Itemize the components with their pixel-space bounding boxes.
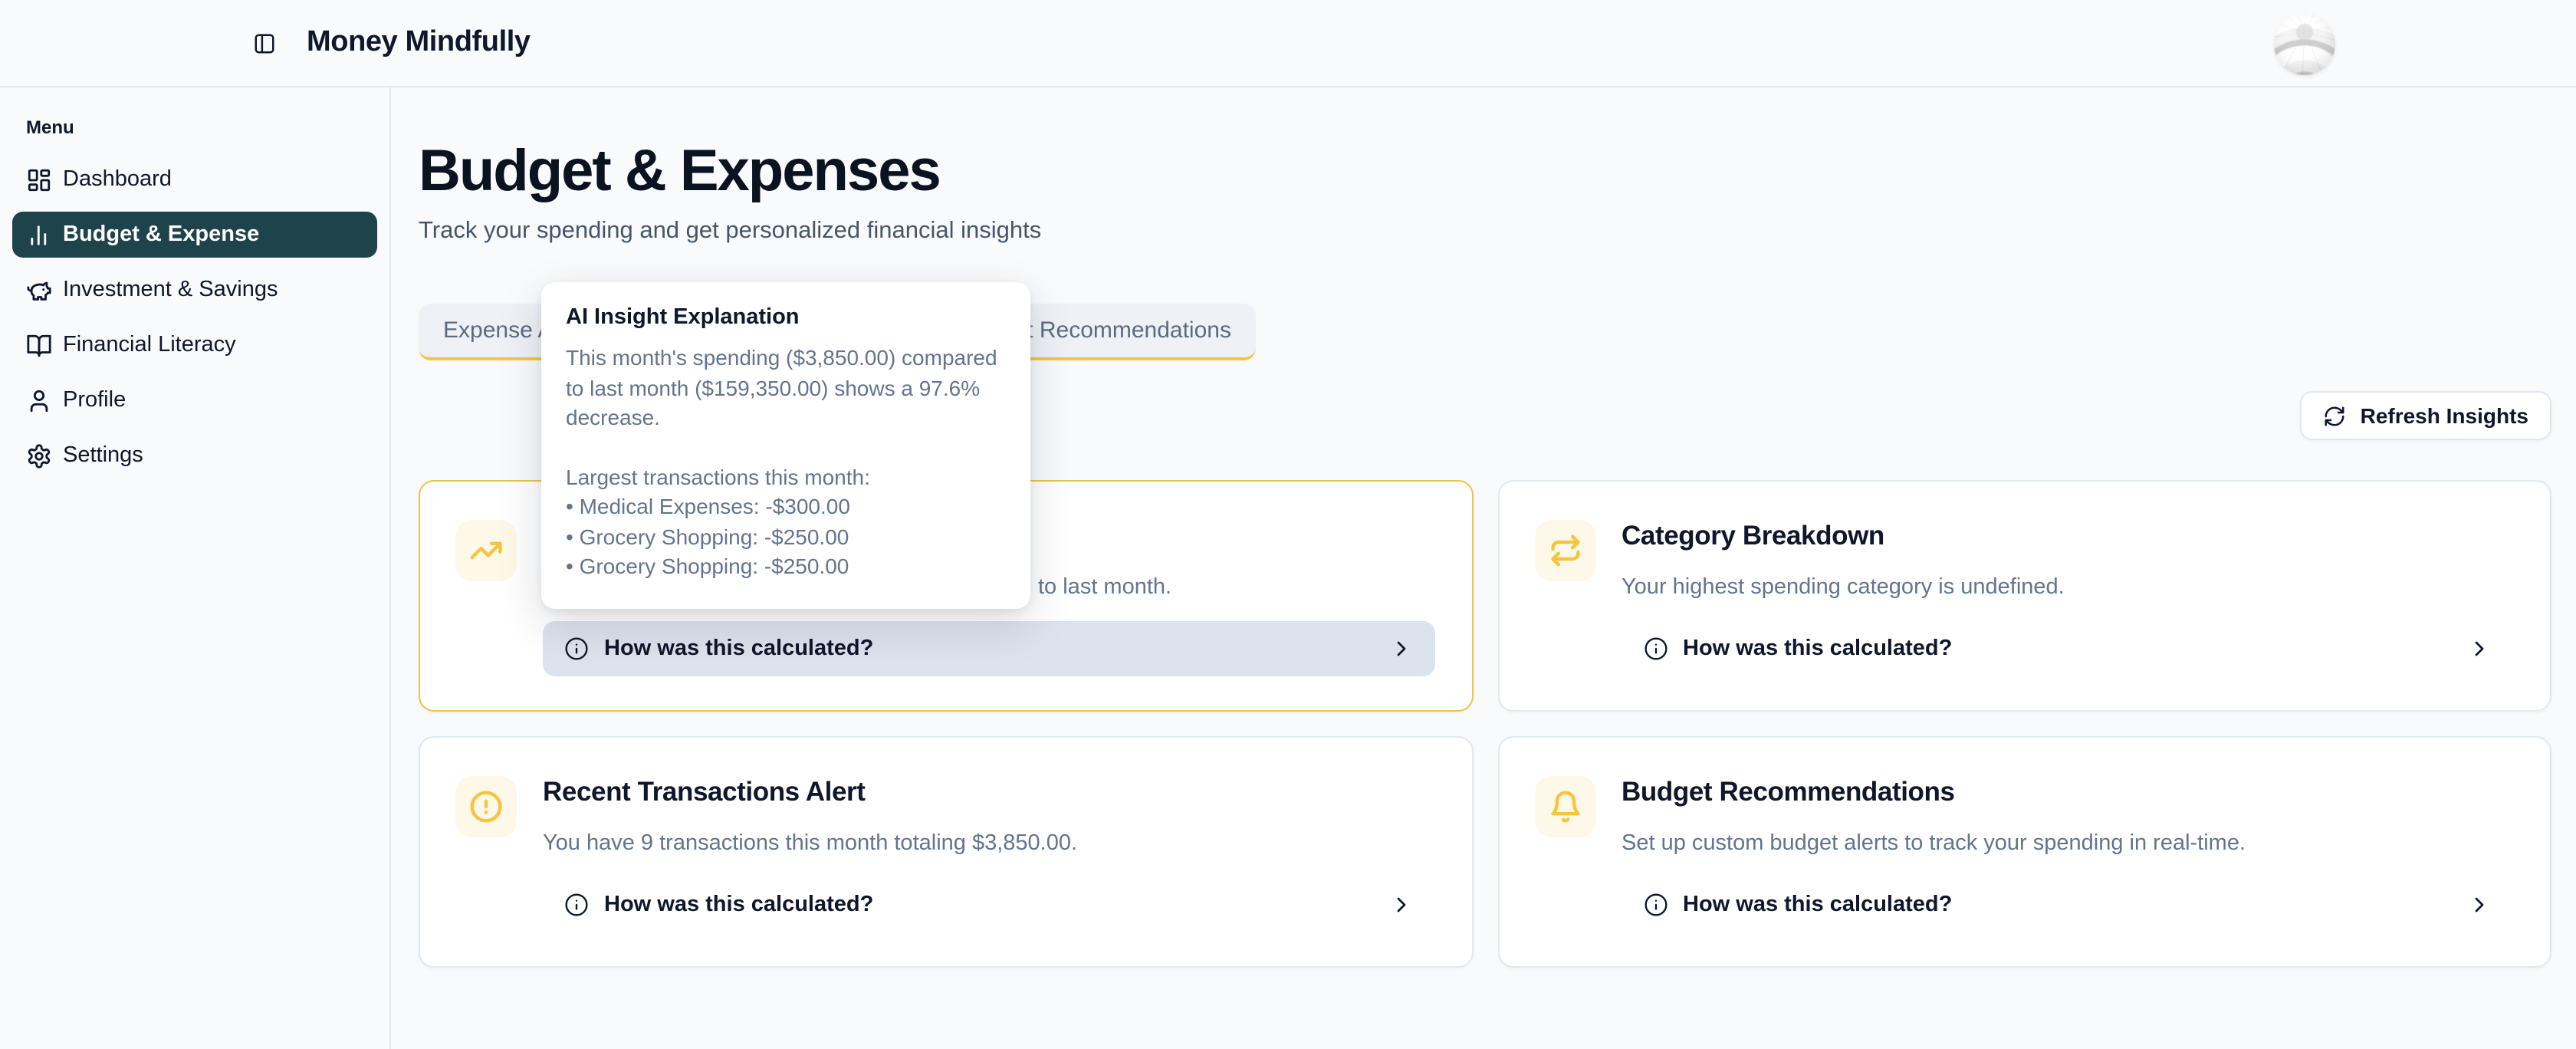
tooltip-paragraph: Largest transactions this month: • Medic… bbox=[566, 462, 1006, 582]
app-root: Money Mindfully Menu Dashboard bbox=[0, 0, 2576, 1049]
card-title: Recent Transactions Alert bbox=[543, 774, 1434, 808]
card-title: Budget Recommendations bbox=[1622, 774, 2513, 808]
dashboard-icon bbox=[26, 166, 52, 192]
tooltip-title: AI Insight Explanation bbox=[566, 305, 1006, 330]
insight-card-recent-transactions: Recent Transactions Alert You have 9 tra… bbox=[419, 736, 1473, 968]
chevron-right-icon bbox=[2467, 636, 2492, 661]
alert-circle-icon bbox=[455, 776, 517, 837]
card-description: to last month. bbox=[1038, 572, 1434, 603]
card-description: Set up custom budget alerts to track you… bbox=[1622, 828, 2513, 859]
app-title: Money Mindfully bbox=[307, 26, 531, 60]
how-calculated-label: How was this calculated? bbox=[604, 893, 873, 917]
sidebar-item-label: Profile bbox=[63, 388, 126, 413]
repeat-icon bbox=[1534, 520, 1595, 581]
tooltip-paragraph: This month's spending ($3,850.00) compar… bbox=[566, 344, 1006, 433]
refresh-icon bbox=[2324, 404, 2347, 427]
sidebar-item-label: Financial Literacy bbox=[63, 333, 236, 357]
insight-card-category-breakdown: Category Breakdown Your highest spending… bbox=[1497, 480, 2551, 712]
page-subtitle: Track your spending and get personalized… bbox=[419, 215, 2551, 248]
panel-left-icon bbox=[252, 31, 275, 54]
info-icon bbox=[1643, 893, 1668, 917]
sidebar-toggle-button[interactable] bbox=[247, 26, 281, 60]
sidebar-item-investment-savings[interactable]: Investment & Savings bbox=[12, 267, 377, 313]
card-description: You have 9 transactions this month total… bbox=[543, 828, 1434, 859]
how-calculated-button[interactable]: How was this calculated? bbox=[1622, 621, 2513, 676]
how-calculated-button[interactable]: How was this calculated? bbox=[543, 877, 1434, 932]
page-title: Budget & Expenses bbox=[419, 138, 2551, 206]
sidebar-item-financial-literacy[interactable]: Financial Literacy bbox=[12, 322, 377, 368]
sidebar: Menu Dashboard Budget & Expense bbox=[0, 87, 391, 1049]
gear-icon bbox=[26, 442, 52, 469]
piggy-bank-icon bbox=[26, 277, 52, 303]
how-calculated-button[interactable]: How was this calculated? bbox=[1622, 877, 2513, 932]
info-icon bbox=[564, 636, 589, 661]
info-icon bbox=[1643, 636, 1668, 661]
card-title: Category Breakdown bbox=[1622, 518, 2513, 552]
refresh-insights-label: Refresh Insights bbox=[2361, 403, 2528, 428]
sidebar-item-label: Investment & Savings bbox=[63, 278, 278, 302]
how-calculated-label: How was this calculated? bbox=[1683, 893, 1952, 917]
how-calculated-label: How was this calculated? bbox=[604, 636, 873, 661]
info-icon bbox=[564, 893, 589, 917]
bar-chart-icon bbox=[26, 222, 52, 248]
card-description: Your highest spending category is undefi… bbox=[1622, 572, 2513, 603]
bell-icon bbox=[1534, 776, 1595, 837]
app-header: Money Mindfully bbox=[0, 0, 2576, 87]
insight-card-budget-recommendations: Budget Recommendations Set up custom bud… bbox=[1497, 736, 2551, 968]
sidebar-item-label: Dashboard bbox=[63, 167, 172, 192]
chevron-right-icon bbox=[1388, 636, 1413, 661]
user-avatar[interactable] bbox=[2274, 14, 2335, 75]
sidebar-item-label: Settings bbox=[63, 443, 143, 468]
refresh-insights-button[interactable]: Refresh Insights bbox=[2301, 391, 2551, 440]
ai-insight-tooltip: AI Insight Explanation This month's spen… bbox=[541, 282, 1030, 608]
how-calculated-label: How was this calculated? bbox=[1683, 636, 1952, 661]
sidebar-item-profile[interactable]: Profile bbox=[12, 377, 377, 423]
sidebar-section-label: Menu bbox=[26, 117, 377, 138]
user-icon bbox=[26, 387, 52, 413]
trending-up-icon bbox=[455, 520, 517, 581]
sidebar-item-settings[interactable]: Settings bbox=[12, 432, 377, 478]
sidebar-nav: Dashboard Budget & Expense Investme bbox=[12, 156, 377, 478]
sidebar-item-label: Budget & Expense bbox=[63, 222, 259, 247]
sidebar-item-dashboard[interactable]: Dashboard bbox=[12, 156, 377, 202]
how-calculated-button[interactable]: How was this calculated? bbox=[543, 621, 1434, 676]
chevron-right-icon bbox=[1388, 893, 1413, 917]
book-open-icon bbox=[26, 332, 52, 358]
chevron-right-icon bbox=[2467, 893, 2492, 917]
sidebar-item-budget-expense[interactable]: Budget & Expense bbox=[12, 212, 377, 258]
